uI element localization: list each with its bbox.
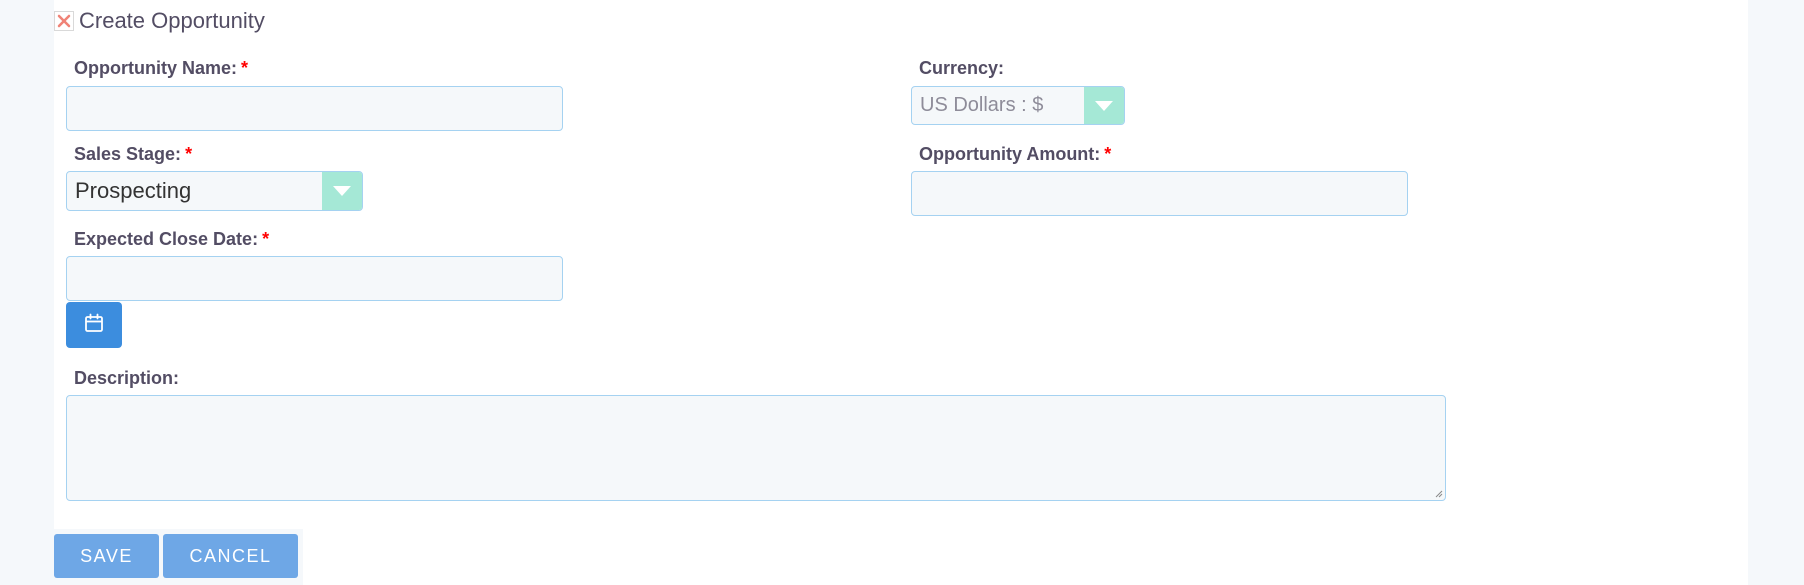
page-title: Create Opportunity xyxy=(79,8,265,33)
description-textarea[interactable] xyxy=(66,395,1446,501)
currency-select[interactable]: US Dollars : $ xyxy=(911,86,1125,125)
calendar-icon xyxy=(83,312,105,339)
form-header: Create Opportunity xyxy=(54,8,265,34)
calendar-button[interactable] xyxy=(66,302,122,348)
required-marker: * xyxy=(185,144,193,164)
required-marker: * xyxy=(262,229,270,249)
currency-label: Currency: xyxy=(919,58,1004,79)
required-marker: * xyxy=(241,58,249,78)
description-label: Description: xyxy=(74,368,179,389)
resize-handle-icon[interactable] xyxy=(1435,490,1443,498)
save-button[interactable]: SAVE xyxy=(54,534,159,578)
description-label-text: Description: xyxy=(74,368,180,388)
currency-select-value: US Dollars : $ xyxy=(920,94,1044,116)
cancel-button[interactable]: CANCEL xyxy=(163,534,298,578)
chevron-down-icon[interactable] xyxy=(322,172,362,210)
close-icon[interactable] xyxy=(54,11,74,31)
opportunity-amount-label-text: Opportunity Amount: xyxy=(919,144,1101,164)
expected-close-date-input[interactable] xyxy=(66,256,563,301)
sales-stage-label-text: Sales Stage: xyxy=(74,144,182,164)
sales-stage-select-value: Prospecting xyxy=(75,178,192,203)
sales-stage-label: Sales Stage: * xyxy=(74,144,192,165)
chevron-down-icon[interactable] xyxy=(1084,87,1124,124)
expected-close-date-label-text: Expected Close Date: xyxy=(74,229,259,249)
opportunity-amount-label: Opportunity Amount: * xyxy=(919,144,1111,165)
opportunity-name-input[interactable] xyxy=(66,86,563,131)
right-gutter xyxy=(1748,0,1804,585)
expected-close-date-label: Expected Close Date: * xyxy=(74,229,269,250)
opportunity-name-label-text: Opportunity Name: xyxy=(74,58,238,78)
opportunity-amount-input[interactable] xyxy=(911,171,1408,216)
currency-label-text: Currency: xyxy=(919,58,1005,78)
opportunity-name-label: Opportunity Name: * xyxy=(74,58,248,79)
required-marker: * xyxy=(1104,144,1112,164)
sales-stage-select[interactable]: Prospecting xyxy=(66,171,363,211)
